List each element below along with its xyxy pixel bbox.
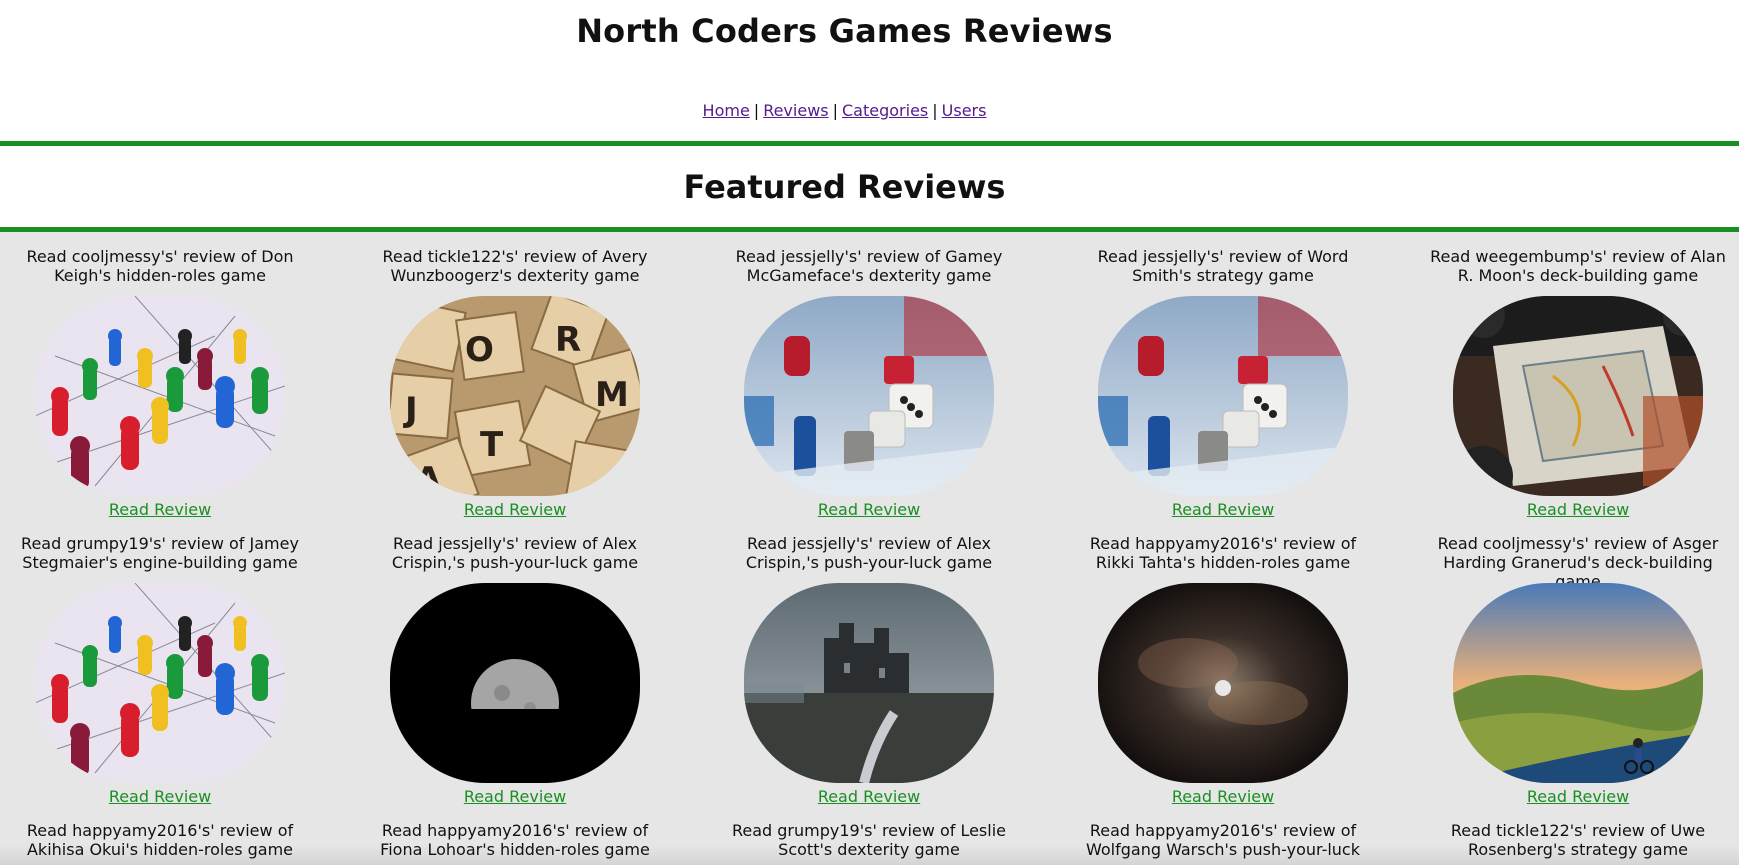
review-card: Read weegembump's' review of Alan R. Moo… — [1423, 232, 1733, 519]
review-thumbnail[interactable] — [744, 296, 994, 496]
main-nav: Home | Reviews | Categories | Users — [0, 101, 1689, 120]
review-card-title: Read grumpy19's' review of Jamey Stegmai… — [21, 534, 299, 572]
scroll-shade — [0, 845, 1739, 865]
reviews-grid: Read cooljmessy's' review of Don Keigh's… — [0, 232, 1739, 865]
site-header: North Coders Games Reviews Home | Reviews |… — [0, 0, 1739, 142]
svg-text:A: A — [415, 460, 442, 496]
review-card: Read cooljmessy's' review of Asger Hardi… — [1423, 519, 1733, 806]
review-card-title: Read weegembump's' review of Alan R. Moo… — [1430, 247, 1726, 285]
review-card: Read grumpy19's' review of Jamey Stegmai… — [5, 519, 315, 806]
read-review-link[interactable]: Read Review — [464, 787, 566, 806]
review-thumbnail[interactable] — [35, 583, 285, 783]
svg-text:O: O — [465, 330, 494, 370]
review-card: Read jessjelly's' review of Alex Crispin… — [360, 519, 670, 806]
review-thumbnail[interactable] — [1098, 296, 1348, 496]
review-card-title: Read happyamy2016's' review of Rikki Tah… — [1089, 534, 1357, 572]
review-card: Read jessjelly's' review of Word Smith's… — [1068, 232, 1378, 519]
nav-link-users[interactable]: Users — [942, 101, 987, 120]
review-thumbnail[interactable] — [744, 583, 994, 783]
review-thumbnail[interactable] — [1453, 296, 1703, 496]
review-card-title: Read cooljmessy's' review of Don Keigh's… — [26, 247, 294, 285]
review-thumbnail[interactable]: O R J T A M — [390, 296, 640, 496]
review-thumbnail[interactable] — [390, 583, 640, 783]
read-review-link[interactable]: Read Review — [464, 500, 566, 519]
review-card: Read jessjelly's' review of Alex Crispin… — [714, 519, 1024, 806]
review-card-title: Read cooljmessy's' review of Asger Hardi… — [1437, 534, 1719, 591]
review-card-title: Read jessjelly's' review of Alex Crispin… — [745, 534, 993, 572]
svg-text:R: R — [555, 320, 581, 360]
review-card-title: Read jessjelly's' review of Gamey McGame… — [735, 247, 1003, 285]
review-card: Read happyamy2016's' review of Rikki Tah… — [1068, 519, 1378, 806]
featured-reviews-heading: Featured Reviews — [683, 168, 1006, 206]
read-review-link[interactable]: Read Review — [1172, 500, 1274, 519]
review-card-title: Read jessjelly's' review of Alex Crispin… — [391, 534, 639, 572]
svg-text:T: T — [480, 425, 504, 465]
read-review-link[interactable]: Read Review — [1527, 500, 1629, 519]
nav-separator: | — [932, 101, 938, 120]
review-thumbnail[interactable] — [1098, 583, 1348, 783]
review-thumbnail[interactable] — [35, 296, 285, 496]
review-thumbnail[interactable] — [1453, 583, 1703, 783]
read-review-link[interactable]: Read Review — [109, 787, 211, 806]
site-title: North Coders Games Reviews — [576, 12, 1113, 50]
review-card: Read cooljmessy's' review of Don Keigh's… — [5, 232, 315, 519]
nav-link-reviews[interactable]: Reviews — [763, 101, 828, 120]
read-review-link[interactable]: Read Review — [109, 500, 211, 519]
read-review-link[interactable]: Read Review — [818, 500, 920, 519]
nav-separator: | — [753, 101, 760, 120]
review-card-title: Read jessjelly's' review of Word Smith's… — [1097, 247, 1349, 285]
svg-text:J: J — [403, 390, 418, 430]
featured-band: Featured Reviews — [0, 146, 1739, 227]
nav-link-categories[interactable]: Categories — [842, 101, 928, 120]
nav-separator: | — [832, 101, 838, 120]
review-card: Read tickle122's' review of Avery Wunzbo… — [360, 232, 670, 519]
page: North Coders Games Reviews Home | Reviews |… — [0, 0, 1739, 865]
review-card-title: Read tickle122's' review of Avery Wunzbo… — [382, 247, 648, 285]
nav-link-home[interactable]: Home — [703, 101, 750, 120]
read-review-link[interactable]: Read Review — [1527, 787, 1629, 806]
read-review-link[interactable]: Read Review — [818, 787, 920, 806]
svg-text:M: M — [595, 375, 629, 415]
review-card: Read jessjelly's' review of Gamey McGame… — [714, 232, 1024, 519]
read-review-link[interactable]: Read Review — [1172, 787, 1274, 806]
